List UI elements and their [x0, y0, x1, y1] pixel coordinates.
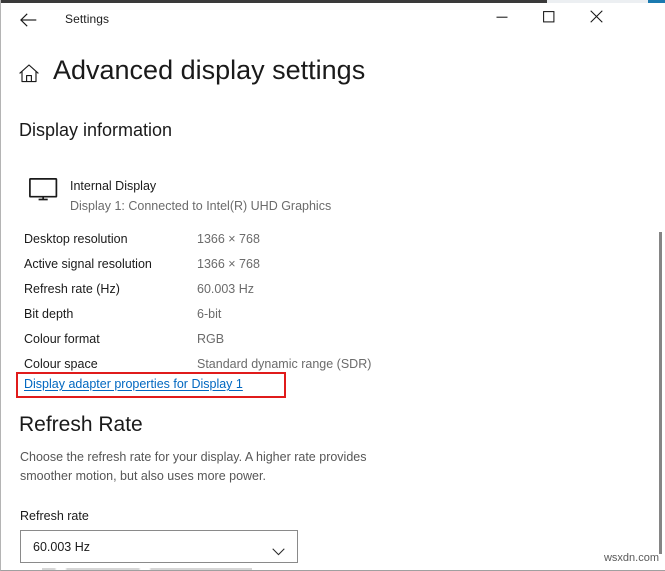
- table-row: Bit depth 6-bit: [24, 301, 454, 326]
- minimize-icon: [496, 10, 508, 28]
- close-button[interactable]: [573, 3, 619, 35]
- section-heading-refresh-rate: Refresh Rate: [19, 411, 143, 439]
- row-label: Desktop resolution: [24, 232, 197, 246]
- watermark: wsxdn.com: [604, 552, 659, 564]
- row-value: RGB: [197, 332, 224, 346]
- display-information-table: Desktop resolution 1366 × 768 Active sig…: [24, 226, 454, 376]
- page-header: Advanced display settings: [18, 53, 365, 87]
- monitor-subtitle: Display 1: Connected to Intel(R) UHD Gra…: [70, 197, 331, 216]
- settings-window: Settings: [0, 0, 665, 571]
- monitor-icon: [29, 178, 59, 202]
- home-icon[interactable]: [18, 63, 40, 85]
- page-title: Advanced display settings: [53, 53, 365, 87]
- table-row: Colour format RGB: [24, 326, 454, 351]
- back-arrow-icon: [20, 13, 37, 27]
- row-value: 6-bit: [197, 307, 221, 321]
- row-label: Bit depth: [24, 307, 197, 321]
- minimize-button[interactable]: [479, 3, 525, 35]
- monitor-text-block: Internal Display Display 1: Connected to…: [70, 177, 331, 216]
- monitor-block: Internal Display Display 1: Connected to…: [29, 177, 331, 216]
- scrollbar-thumb[interactable]: [659, 232, 662, 554]
- row-label: Refresh rate (Hz): [24, 282, 197, 296]
- title-bar: Settings: [2, 3, 665, 36]
- maximize-icon: [543, 10, 555, 28]
- row-value: 60.003 Hz: [197, 282, 254, 296]
- maximize-button[interactable]: [526, 3, 572, 35]
- monitor-name: Internal Display: [70, 177, 331, 196]
- table-row: Active signal resolution 1366 × 768: [24, 251, 454, 276]
- refresh-rate-description: Choose the refresh rate for your display…: [20, 448, 420, 486]
- refresh-rate-field-label: Refresh rate: [20, 509, 89, 523]
- close-icon: [590, 10, 603, 28]
- row-value: Standard dynamic range (SDR): [197, 357, 371, 371]
- row-label: Colour space: [24, 357, 197, 371]
- window-title: Settings: [65, 11, 109, 28]
- refresh-rate-dropdown[interactable]: 60.003 Hz: [20, 530, 298, 563]
- refresh-rate-selected-value: 60.003 Hz: [33, 540, 272, 554]
- row-value: 1366 × 768: [197, 232, 260, 246]
- row-value: 1366 × 768: [197, 257, 260, 271]
- section-heading-display-information: Display information: [19, 118, 172, 142]
- table-row: Refresh rate (Hz) 60.003 Hz: [24, 276, 454, 301]
- settings-content: Advanced display settings Display inform…: [2, 36, 665, 570]
- row-label: Active signal resolution: [24, 257, 197, 271]
- row-label: Colour format: [24, 332, 197, 346]
- table-row: Desktop resolution 1366 × 768: [24, 226, 454, 251]
- display-adapter-properties-link[interactable]: Display adapter properties for Display 1: [24, 377, 243, 391]
- back-button[interactable]: [7, 3, 49, 36]
- chevron-down-icon: [272, 543, 285, 551]
